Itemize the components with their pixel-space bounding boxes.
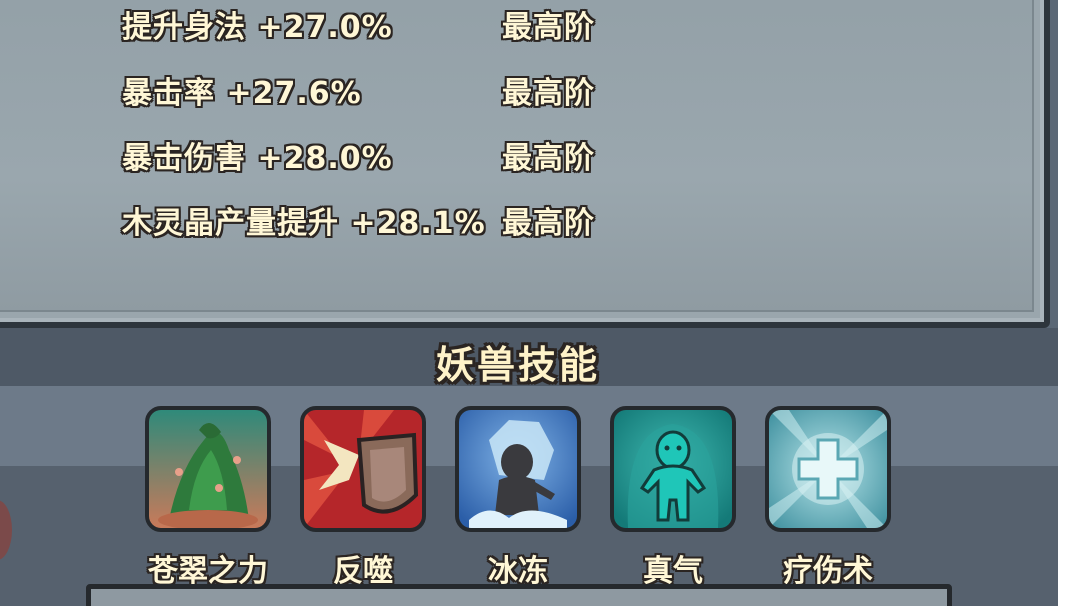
stat-level: 最高阶 [502, 141, 595, 176]
stat-row: 暴击率 +27.6% 最高阶 [122, 68, 642, 111]
spirit-figure-icon[interactable] [610, 406, 736, 532]
stat-row: 提升身法 +27.0% 最高阶 [122, 2, 642, 45]
stat-level: 最高阶 [502, 10, 595, 45]
game-screen: 提升身法 +27.0% 最高阶 暴击率 +27.6% 最高阶 暴击伤害 +28.… [0, 0, 1058, 606]
skill-item[interactable]: 冰冻 [455, 406, 581, 589]
screen-edge [1058, 0, 1080, 606]
stat-level: 最高阶 [502, 206, 595, 241]
skill-item[interactable]: 疗伤术 [765, 406, 891, 589]
stat-text: 暴击率 +27.6% [122, 76, 362, 111]
bottom-panel [86, 584, 952, 606]
green-vine-icon[interactable] [145, 406, 271, 532]
stat-text: 提升身法 +27.0% [122, 10, 393, 45]
stat-level: 最高阶 [502, 76, 595, 111]
skill-item[interactable]: 苍翠之力 [145, 406, 271, 589]
healing-cross-icon[interactable] [765, 406, 891, 532]
stat-row: 暴击伤害 +28.0% 最高阶 [122, 133, 642, 176]
skill-item[interactable]: 反噬 [300, 406, 426, 589]
section-title: 妖兽技能 [435, 343, 600, 387]
shield-burst-icon[interactable] [300, 406, 426, 532]
frozen-figure-icon[interactable] [455, 406, 581, 532]
skill-item[interactable]: 真气 [610, 406, 736, 589]
stat-text: 木灵晶产量提升 +28.1% [122, 206, 486, 241]
stat-text: 暴击伤害 +28.0% [122, 141, 393, 176]
stat-row: 木灵晶产量提升 +28.1% 最高阶 [122, 198, 642, 241]
